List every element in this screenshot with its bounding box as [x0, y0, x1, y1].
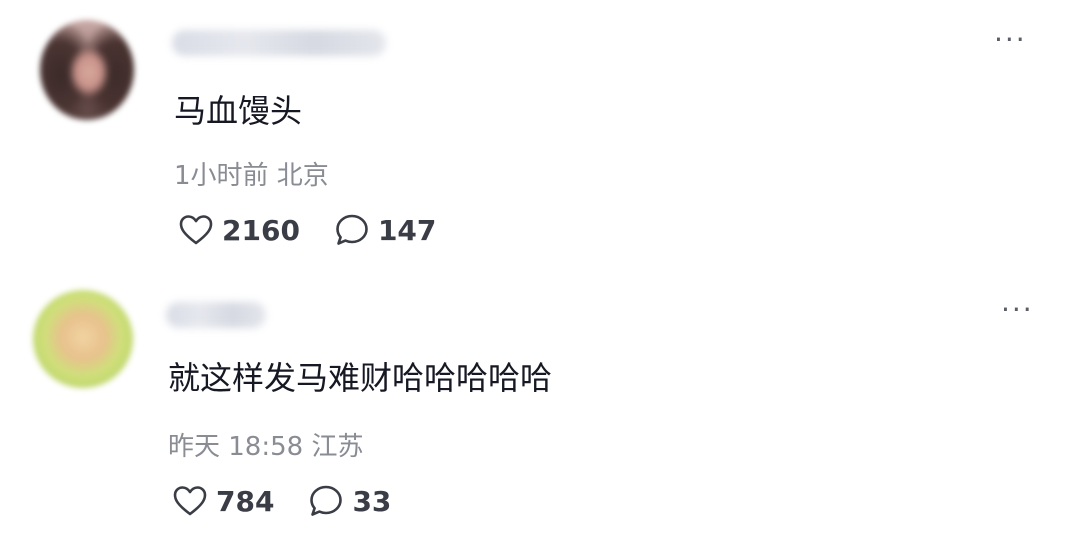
like-button[interactable]: 2160 — [178, 214, 300, 247]
heart-outline-icon — [173, 486, 207, 516]
username-blurred[interactable] — [172, 30, 386, 56]
reply-count: 33 — [352, 484, 392, 518]
comment-meta: 1小时前 北京 — [174, 161, 329, 191]
more-options-icon[interactable]: ··· — [994, 26, 1027, 54]
reply-button[interactable]: 147 — [334, 213, 436, 247]
chat-bubble-icon — [310, 485, 343, 516]
comment-actions: 2160 147 — [178, 213, 436, 247]
reply-button[interactable]: 33 — [308, 484, 391, 518]
comment-item: ··· 就这样发马难财哈哈哈哈哈 昨天 18:58 江苏 784 33 — [0, 270, 1080, 539]
avatar[interactable] — [40, 20, 134, 120]
like-count: 2160 — [222, 213, 300, 247]
comment-text: 马血馒头 — [174, 92, 303, 130]
comment-actions: 784 33 — [172, 484, 391, 518]
like-count: 784 — [216, 484, 275, 518]
avatar[interactable] — [33, 290, 133, 388]
comment-item: ··· 马血馒头 1小时前 北京 2160 147 — [0, 0, 1080, 270]
heart-outline-icon — [179, 215, 213, 245]
username-blurred[interactable] — [166, 302, 266, 328]
like-button[interactable]: 784 — [172, 485, 274, 518]
comment-meta: 昨天 18:58 江苏 — [168, 432, 364, 462]
more-options-icon[interactable]: ··· — [1001, 296, 1034, 324]
reply-count: 147 — [377, 213, 437, 247]
comment-text: 就这样发马难财哈哈哈哈哈 — [168, 359, 553, 397]
chat-bubble-icon — [336, 214, 368, 245]
